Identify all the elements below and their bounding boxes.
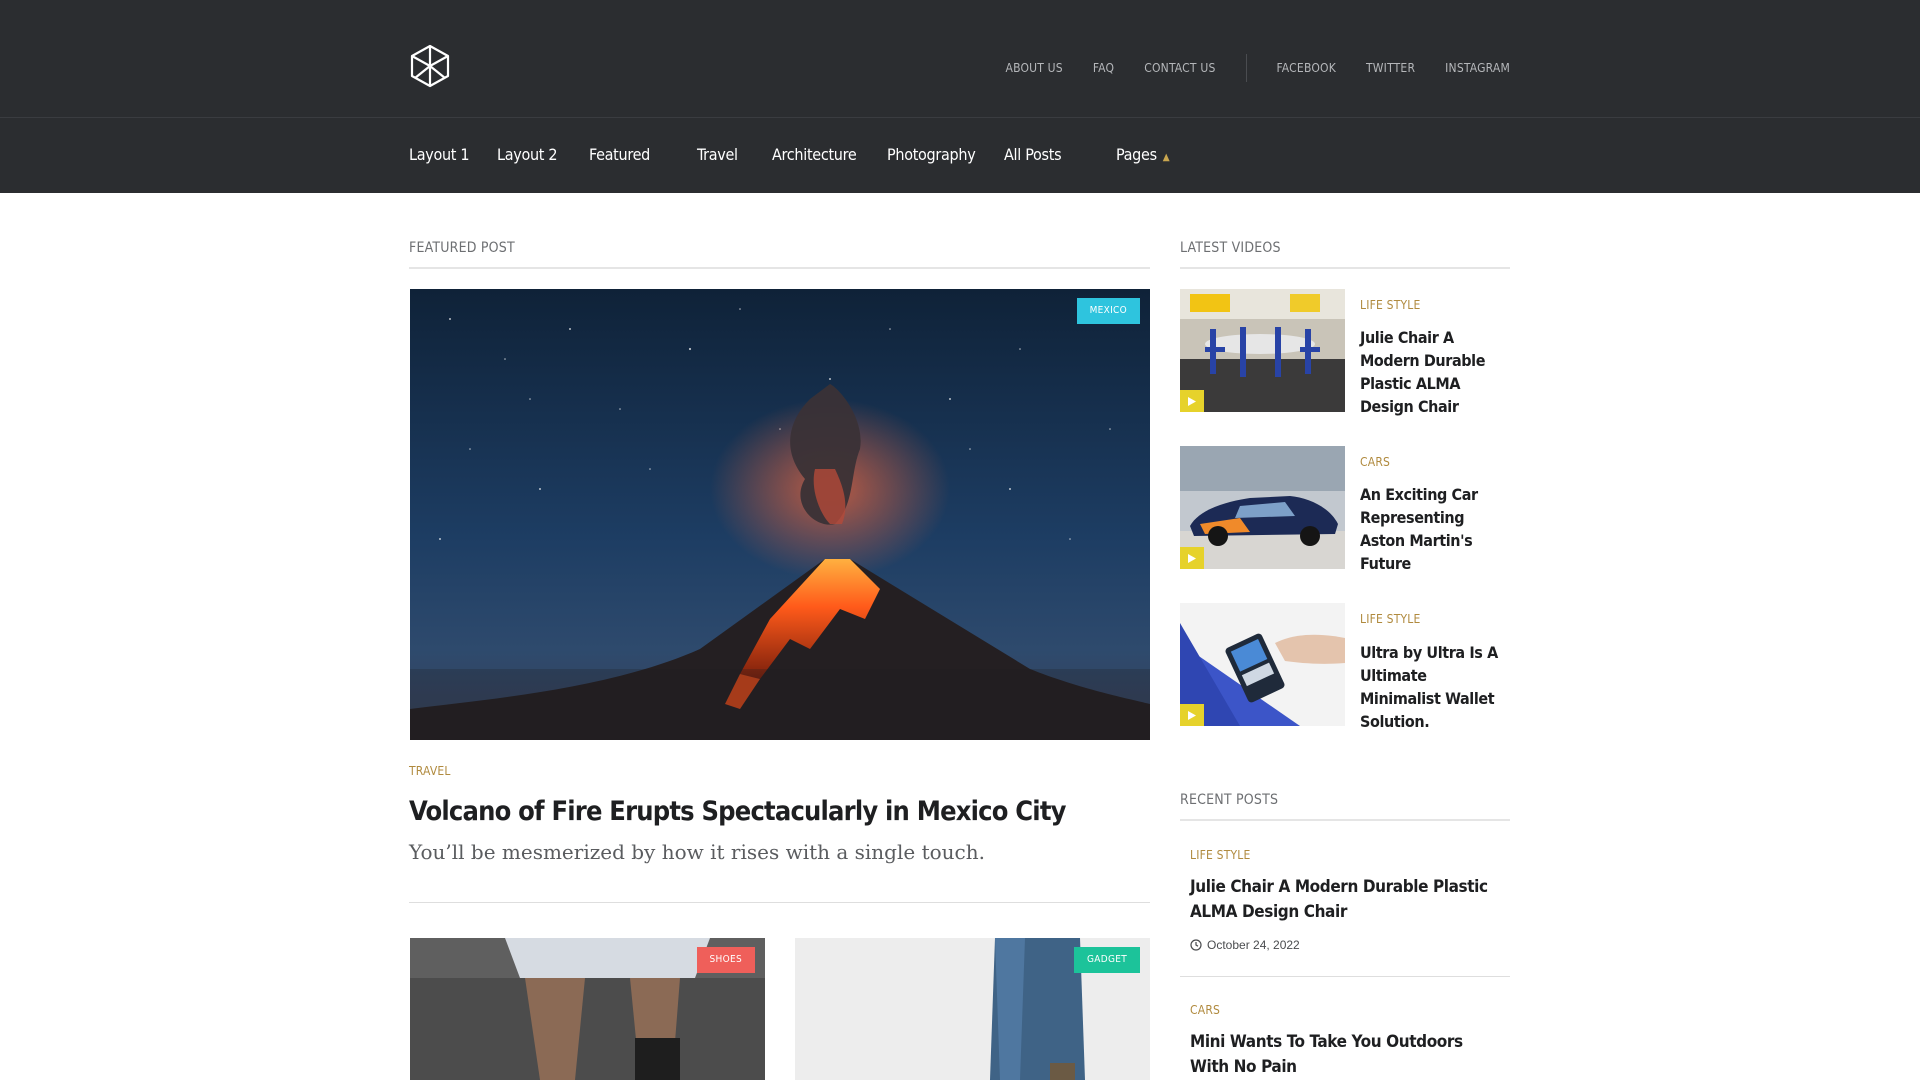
header-divider: [1245, 54, 1247, 82]
video-thumb[interactable]: [1180, 446, 1345, 569]
nav-all-posts[interactable]: All Posts: [1004, 145, 1062, 164]
gadget-badge[interactable]: GADGET: [1073, 947, 1140, 973]
featured-subtitle: You’ll be mesmerized by how it rises wit…: [409, 840, 985, 864]
video-title[interactable]: Ultra by Ultra Is A Ultimate Minimalist …: [1360, 641, 1510, 733]
play-icon: [1188, 396, 1196, 406]
site-header: ABOUT US FAQ CONTACT US FACEBOOK TWITTER…: [0, 0, 1920, 118]
recent-post-category[interactable]: CARS: [1190, 1003, 1220, 1017]
recent-section-divider: [1180, 819, 1510, 821]
featured-image[interactable]: MEXICO: [410, 289, 1150, 740]
featured-section-divider: [409, 267, 1150, 269]
videos-section-divider: [1180, 267, 1510, 269]
featured-section-title: FEATURED POST: [409, 240, 515, 256]
recent-post-category[interactable]: LIFE STYLE: [1190, 848, 1251, 862]
nav-travel[interactable]: Travel: [697, 145, 738, 164]
header-links: ABOUT US FAQ CONTACT US FACEBOOK TWITTER…: [975, 54, 1510, 82]
video-title[interactable]: An Exciting Car Representing Aston Marti…: [1360, 483, 1510, 575]
nav-featured[interactable]: Featured: [589, 145, 650, 164]
about-us-link[interactable]: ABOUT US: [1005, 61, 1062, 75]
mexico-badge[interactable]: MEXICO: [1076, 298, 1140, 324]
videos-section-title: LATEST VIDEOS: [1180, 240, 1281, 256]
nav-architecture[interactable]: Architecture: [772, 145, 857, 164]
recent-post-divider: [1180, 976, 1510, 977]
video-thumb[interactable]: [1180, 603, 1345, 726]
video-category[interactable]: CARS: [1360, 455, 1390, 469]
play-icon: [1188, 710, 1196, 720]
featured-category[interactable]: TRAVEL: [409, 764, 451, 778]
play-button[interactable]: [1180, 390, 1204, 412]
clock-icon: [1190, 939, 1202, 951]
site-logo[interactable]: [409, 44, 451, 88]
nav-photography[interactable]: Photography: [887, 145, 976, 164]
chevron-up-icon: ▲: [1162, 152, 1170, 163]
play-button[interactable]: [1180, 547, 1204, 569]
main-nav: Layout 1 Layout 2 Featured Travel Archit…: [0, 118, 1920, 193]
play-icon: [1188, 553, 1196, 563]
video-thumb[interactable]: [1180, 289, 1345, 412]
chairs-image: [1180, 289, 1345, 412]
recent-post-title[interactable]: Julie Chair A Modern Durable Plastic ALM…: [1190, 875, 1490, 925]
recent-section-title: RECENT POSTS: [1180, 792, 1279, 808]
featured-title[interactable]: Volcano of Fire Erupts Spectacularly in …: [409, 796, 1066, 827]
hexagon-cube-logo-icon: [410, 44, 450, 88]
video-category[interactable]: LIFE STYLE: [1360, 612, 1421, 626]
recent-post-title[interactable]: Mini Wants To Take You Outdoors With No …: [1190, 1030, 1490, 1080]
volcano-image: [410, 289, 1150, 740]
wallet-image: [1180, 603, 1345, 726]
facebook-link[interactable]: FACEBOOK: [1277, 61, 1337, 75]
nav-layout-1[interactable]: Layout 1: [409, 145, 470, 164]
car-image: [1180, 446, 1345, 569]
nav-pages[interactable]: Pages ▲: [1116, 145, 1170, 164]
recent-post-date-text: October 24, 2022: [1207, 938, 1300, 952]
shoes-badge[interactable]: SHOES: [696, 947, 755, 973]
gadget-card-image[interactable]: GADGET: [795, 938, 1150, 1080]
faq-link[interactable]: FAQ: [1093, 61, 1114, 75]
shoes-card-image[interactable]: SHOES: [410, 938, 765, 1080]
video-category[interactable]: LIFE STYLE: [1360, 298, 1421, 312]
featured-divider: [409, 902, 1150, 903]
recent-post-date: October 24, 2022: [1190, 938, 1300, 952]
nav-layout-2[interactable]: Layout 2: [497, 145, 558, 164]
play-button[interactable]: [1180, 704, 1204, 726]
instagram-link[interactable]: INSTAGRAM: [1445, 61, 1510, 75]
video-title[interactable]: Julie Chair A Modern Durable Plastic ALM…: [1360, 326, 1510, 418]
nav-pages-label: Pages: [1116, 145, 1157, 164]
twitter-link[interactable]: TWITTER: [1366, 61, 1415, 75]
contact-us-link[interactable]: CONTACT US: [1144, 61, 1215, 75]
